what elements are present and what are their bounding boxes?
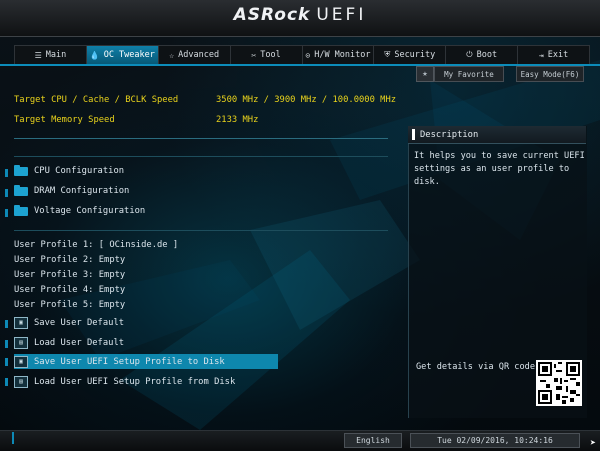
tab-main[interactable]: ☰ Main xyxy=(15,46,87,64)
voltage-configuration-item[interactable]: Voltage Configuration xyxy=(14,204,146,216)
voltage-configuration-label: Voltage Configuration xyxy=(34,206,146,216)
qr-code-graphic xyxy=(538,362,580,404)
star-icon: ★ xyxy=(422,69,428,79)
tab-advanced-label: Advanced xyxy=(178,50,220,60)
favorite-star-button[interactable]: ★ xyxy=(416,66,434,82)
tab-advanced[interactable]: ☆ Advanced xyxy=(159,46,231,64)
shield-icon: ⛨ xyxy=(384,50,391,59)
tab-tool-label: Tool xyxy=(260,50,281,60)
divider xyxy=(14,156,388,157)
qr-code xyxy=(536,360,582,406)
tab-hw-monitor-label: H/W Monitor xyxy=(314,50,371,60)
load-icon: ▤ xyxy=(14,337,28,349)
item-marker xyxy=(5,209,8,217)
monitor-icon: ⊙ xyxy=(305,50,311,60)
dram-configuration-item[interactable]: DRAM Configuration xyxy=(14,184,130,196)
tool-icon: ✂ xyxy=(251,50,257,60)
flame-icon: 💧 xyxy=(89,50,100,60)
disk-save-icon: ▣ xyxy=(14,356,28,368)
brand-logo: ASRock UEFI xyxy=(0,5,600,25)
brand-name: ASRock xyxy=(233,5,311,25)
save-icon: ▣ xyxy=(14,317,28,329)
item-marker xyxy=(5,340,8,348)
star-icon: ☆ xyxy=(169,50,175,60)
tab-tool[interactable]: ✂ Tool xyxy=(231,46,303,64)
save-profile-to-disk-item[interactable]: ▣ Save User UEFI Setup Profile to Disk xyxy=(14,356,225,368)
folder-icon xyxy=(14,164,28,176)
folder-icon xyxy=(14,184,28,196)
description-text: It helps you to save current UEFI settin… xyxy=(414,151,585,187)
main-tab-bar: ☰ Main 💧 OC Tweaker ☆ Advanced ✂ Tool ⊙ H/W M… xyxy=(14,45,590,65)
cpu-configuration-item[interactable]: CPU Configuration xyxy=(14,164,125,176)
datetime-display: Tue 02/09/2016, 10:24:16 xyxy=(410,433,580,448)
item-marker xyxy=(5,378,8,386)
user-profile-3: User Profile 3: Empty xyxy=(14,270,126,280)
language-button[interactable]: English xyxy=(344,433,402,448)
tab-boot[interactable]: ⏻ Boot xyxy=(446,46,519,64)
cpu-configuration-label: CPU Configuration xyxy=(34,166,125,176)
user-profile-5: User Profile 5: Empty xyxy=(14,300,126,310)
product-name: UEFI xyxy=(316,5,367,25)
qr-label: Get details via QR code xyxy=(416,362,535,372)
target-memory-label: Target Memory Speed xyxy=(14,115,115,125)
tab-boot-label: Boot xyxy=(476,50,498,60)
easy-mode-button[interactable]: Easy Mode(F6) xyxy=(516,66,584,82)
item-marker xyxy=(5,189,8,197)
folder-icon xyxy=(14,204,28,216)
load-profile-from-disk-item[interactable]: ▤ Load User UEFI Setup Profile from Disk xyxy=(14,376,235,388)
user-profile-4: User Profile 4: Empty xyxy=(14,285,126,295)
description-header: Description xyxy=(408,126,586,144)
description-title: Description xyxy=(420,129,479,140)
tab-hw-monitor[interactable]: ⊙ H/W Monitor xyxy=(303,46,375,64)
target-cpu-label: Target CPU / Cache / BCLK Speed xyxy=(14,95,179,105)
tab-security[interactable]: ⛨ Security xyxy=(374,46,447,64)
save-user-default-label: Save User Default xyxy=(34,318,125,328)
tab-security-label: Security xyxy=(394,50,436,60)
mouse-cursor-icon: ➤ xyxy=(590,438,597,449)
load-user-default-item[interactable]: ▤ Load User Default xyxy=(14,337,124,349)
save-profile-to-disk-label: Save User UEFI Setup Profile to Disk xyxy=(34,357,225,367)
load-profile-from-disk-label: Load User UEFI Setup Profile from Disk xyxy=(34,377,236,387)
divider xyxy=(14,230,388,231)
my-favorite-button[interactable]: My Favorite xyxy=(434,66,504,82)
item-marker xyxy=(5,320,8,328)
tab-exit[interactable]: ⇥ Exit xyxy=(518,46,589,64)
tab-oc-tweaker[interactable]: 💧 OC Tweaker xyxy=(86,46,159,64)
save-user-default-item[interactable]: ▣ Save User Default xyxy=(14,317,124,329)
list-icon: ☰ xyxy=(34,50,42,60)
tab-exit-label: Exit xyxy=(547,50,569,60)
scroll-indicator xyxy=(12,432,14,444)
target-memory-value: 2133 MHz xyxy=(216,115,259,125)
load-user-default-label: Load User Default xyxy=(34,338,125,348)
tab-underline xyxy=(0,64,600,66)
item-marker xyxy=(5,169,8,177)
exit-icon: ⇥ xyxy=(538,50,544,60)
item-marker xyxy=(5,358,8,366)
header-marker xyxy=(412,129,415,140)
tab-oc-tweaker-label: OC Tweaker xyxy=(103,50,155,60)
target-cpu-value: 3500 MHz / 3900 MHz / 100.0000 MHz xyxy=(216,95,397,105)
power-icon: ⏻ xyxy=(466,50,473,59)
user-profile-1: User Profile 1: [ OCinside.de ] xyxy=(14,240,179,250)
disk-load-icon: ▤ xyxy=(14,376,28,388)
dram-configuration-label: DRAM Configuration xyxy=(34,186,130,196)
top-bar: ASRock UEFI xyxy=(0,0,600,37)
user-profile-2: User Profile 2: Empty xyxy=(14,255,126,265)
divider xyxy=(14,138,388,139)
tab-main-label: Main xyxy=(45,50,67,60)
